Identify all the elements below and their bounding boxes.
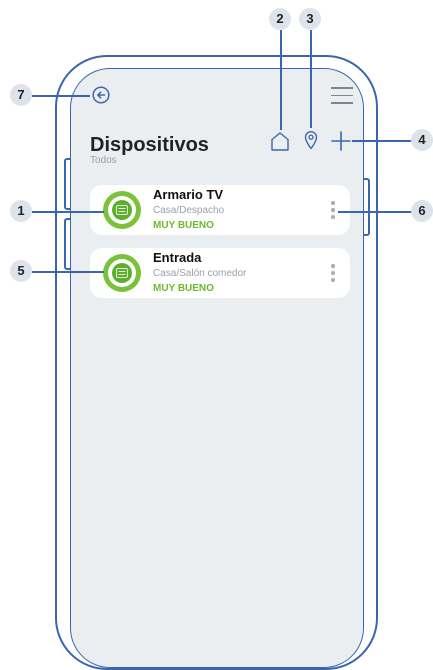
menu-button[interactable] xyxy=(331,87,353,105)
callout-line-7 xyxy=(32,95,90,97)
device-status-ring xyxy=(103,191,141,229)
device-card[interactable]: Entrada Casa/Salón comedor MUY BUENO xyxy=(90,248,350,298)
callout-1: 1 xyxy=(10,200,32,222)
device-status: MUY BUENO xyxy=(153,283,214,294)
device-card[interactable]: Armario TV Casa/Despacho MUY BUENO xyxy=(90,185,350,235)
callout-3: 3 xyxy=(299,8,321,30)
more-options-button[interactable] xyxy=(330,201,336,223)
callout-6: 6 xyxy=(411,200,433,222)
back-button[interactable] xyxy=(92,86,110,104)
home-icon[interactable] xyxy=(269,130,291,152)
callout-line-5 xyxy=(32,271,104,273)
page-title: Dispositivos xyxy=(90,134,209,156)
page-subtitle: Todos xyxy=(90,155,117,166)
device-sensor-icon xyxy=(116,205,128,215)
back-arrow-icon xyxy=(92,86,110,104)
callout-2: 2 xyxy=(269,8,291,30)
device-status-ring xyxy=(103,254,141,292)
plus-icon[interactable] xyxy=(330,130,352,152)
device-icon-circle xyxy=(112,263,132,283)
device-name: Armario TV xyxy=(153,187,224,202)
callout-line-3 xyxy=(310,30,312,128)
dot xyxy=(331,201,335,205)
menu-line xyxy=(331,87,353,89)
more-options-button[interactable] xyxy=(330,264,336,286)
device-location: Casa/Salón comedor xyxy=(153,268,247,279)
callout-line-4 xyxy=(352,140,414,142)
callout-7: 7 xyxy=(10,84,32,106)
menu-line xyxy=(331,102,353,104)
callout-line-1 xyxy=(32,211,104,213)
dot xyxy=(331,264,335,268)
device-sensor-icon xyxy=(116,268,128,278)
dot xyxy=(331,215,335,219)
device-name: Entrada xyxy=(153,250,202,265)
menu-line xyxy=(331,94,353,97)
device-location: Casa/Despacho xyxy=(153,205,225,216)
dot xyxy=(331,271,335,275)
dot xyxy=(331,278,335,282)
location-pin-icon[interactable] xyxy=(304,130,318,150)
callout-4: 4 xyxy=(411,129,433,151)
callout-line-2 xyxy=(280,30,282,130)
callout-5: 5 xyxy=(10,260,32,282)
callout-line-6 xyxy=(338,211,414,213)
dot xyxy=(331,208,335,212)
device-status: MUY BUENO xyxy=(153,220,214,231)
device-icon-circle xyxy=(112,200,132,220)
